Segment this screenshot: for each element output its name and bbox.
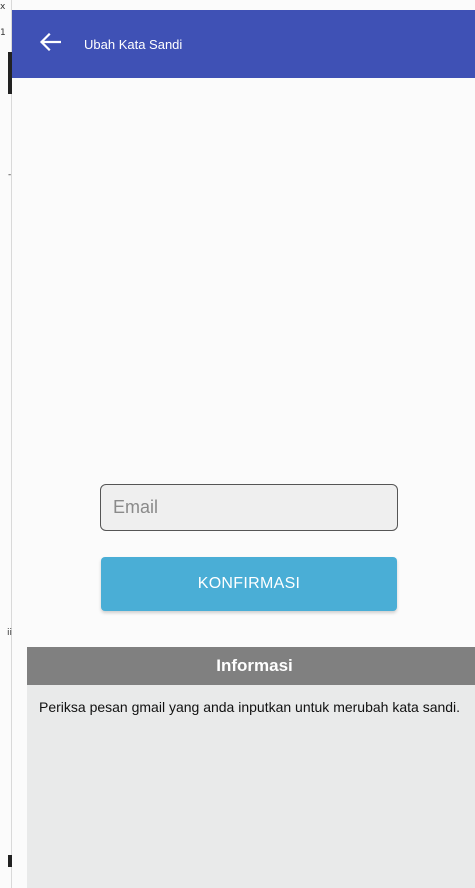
email-field[interactable] (100, 484, 398, 531)
page-title: Ubah Kata Sandi (84, 36, 183, 52)
back-button[interactable] (22, 16, 78, 72)
info-body: Periksa pesan gmail yang anda inputkan u… (27, 685, 475, 888)
app-screen: Ubah Kata Sandi KONFIRMASI Informasi Per… (12, 0, 475, 888)
arrow-left-icon (39, 32, 62, 56)
stray-glyph: 1 (0, 28, 6, 38)
background-window-strip (0, 0, 12, 888)
info-header: Informasi (27, 647, 475, 685)
confirm-button[interactable]: KONFIRMASI (101, 557, 397, 611)
stray-glyph: - (8, 170, 12, 180)
app-bar: Ubah Kata Sandi (12, 10, 475, 78)
info-message: Periksa pesan gmail yang anda inputkan u… (39, 699, 461, 715)
stray-glyph: x (0, 2, 6, 12)
